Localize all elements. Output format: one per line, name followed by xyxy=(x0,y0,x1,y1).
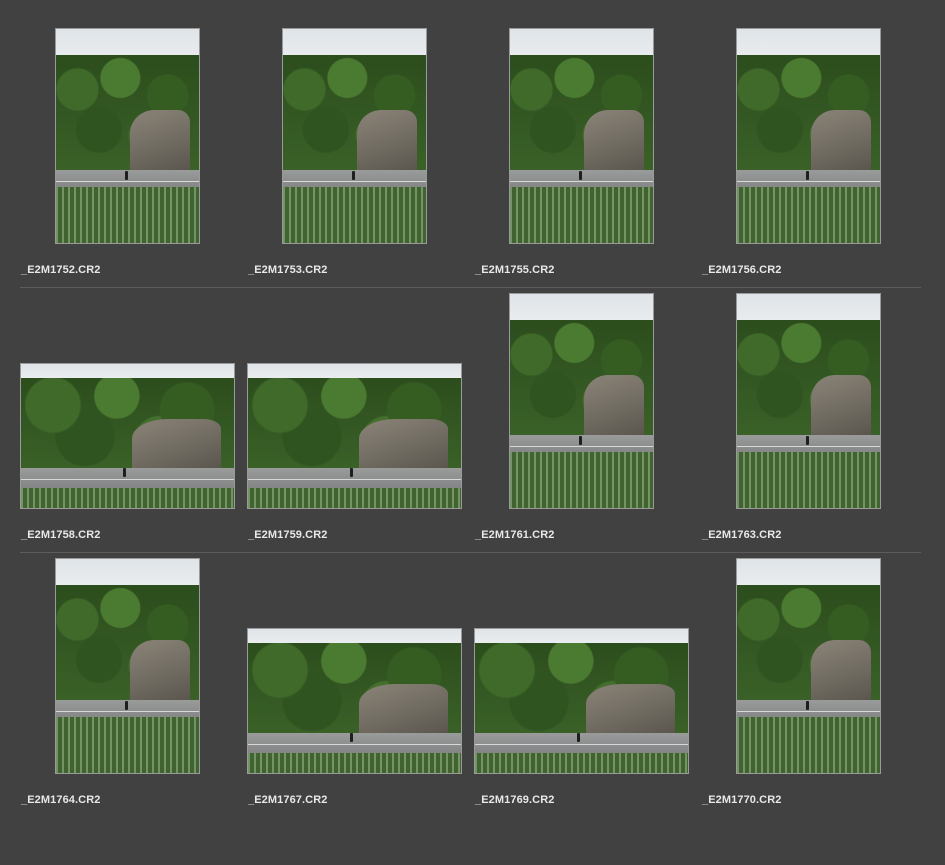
thumbnail-cell[interactable]: _E2M1758.CR2 xyxy=(20,293,247,558)
thumbnail-filename: _E2M1767.CR2 xyxy=(248,794,328,806)
thumbnail-cell[interactable]: _E2M1769.CR2 xyxy=(474,558,701,823)
photo-person xyxy=(351,171,355,181)
photo-rock-face xyxy=(811,110,872,171)
photo-rock-face xyxy=(130,640,191,701)
thumbnail-cell[interactable]: _E2M1759.CR2 xyxy=(247,293,474,558)
photo-rock-face xyxy=(584,110,645,171)
photo-person xyxy=(123,468,127,478)
photo-rock-face xyxy=(811,375,872,436)
photo-thumbnail[interactable] xyxy=(55,558,200,774)
thumbnail-filename: _E2M1756.CR2 xyxy=(702,264,782,276)
photo-rock-face xyxy=(130,110,191,171)
thumbnail-filename: _E2M1752.CR2 xyxy=(21,264,101,276)
photo-person xyxy=(577,733,581,743)
photo-paving xyxy=(510,452,653,508)
photo-thumbnail[interactable] xyxy=(282,28,427,244)
thumbnail-cell[interactable]: _E2M1763.CR2 xyxy=(701,293,928,558)
photo-paving xyxy=(21,487,234,508)
photo-paving xyxy=(475,752,688,773)
photo-person xyxy=(805,171,809,181)
thumbnail-filename: _E2M1761.CR2 xyxy=(475,529,555,541)
photo-thumbnail[interactable] xyxy=(20,363,235,509)
photo-thumbnail[interactable] xyxy=(474,628,689,774)
photo-thumbnail[interactable] xyxy=(736,28,881,244)
photo-rock-face xyxy=(358,418,449,468)
thumbnail-filename: _E2M1753.CR2 xyxy=(248,264,328,276)
photo-paving xyxy=(248,752,461,773)
thumbnail-cell[interactable]: _E2M1752.CR2 xyxy=(20,28,247,293)
photo-rock-face xyxy=(584,375,645,436)
photo-thumbnail[interactable] xyxy=(509,28,654,244)
photo-rock-face xyxy=(811,640,872,701)
photo-thumbnail[interactable] xyxy=(247,628,462,774)
photo-thumbnail[interactable] xyxy=(736,293,881,509)
photo-thumbnail[interactable] xyxy=(509,293,654,509)
thumbnail-cell[interactable]: _E2M1755.CR2 xyxy=(474,28,701,293)
thumbnail-filename: _E2M1755.CR2 xyxy=(475,264,555,276)
thumbnail-filename: _E2M1758.CR2 xyxy=(21,529,101,541)
thumbnail-filename: _E2M1763.CR2 xyxy=(702,529,782,541)
photo-paving xyxy=(510,187,653,243)
photo-paving xyxy=(737,452,880,508)
thumbnail-cell[interactable]: _E2M1756.CR2 xyxy=(701,28,928,293)
thumbnail-filename: _E2M1769.CR2 xyxy=(475,794,555,806)
thumbnail-cell[interactable]: _E2M1753.CR2 xyxy=(247,28,474,293)
photo-person xyxy=(805,436,809,446)
photo-person xyxy=(805,701,809,711)
thumbnail-filename: _E2M1759.CR2 xyxy=(248,529,328,541)
photo-rock-face xyxy=(131,418,222,468)
thumbnail-cell[interactable]: _E2M1770.CR2 xyxy=(701,558,928,823)
photo-person xyxy=(350,468,354,478)
thumbnail-filename: _E2M1770.CR2 xyxy=(702,794,782,806)
thumbnail-cell[interactable]: _E2M1764.CR2 xyxy=(20,558,247,823)
photo-paving xyxy=(737,717,880,773)
photo-paving xyxy=(283,187,426,243)
photo-rock-face xyxy=(358,683,449,733)
photo-person xyxy=(350,733,354,743)
photo-thumbnail[interactable] xyxy=(247,363,462,509)
thumbnail-cell[interactable]: _E2M1767.CR2 xyxy=(247,558,474,823)
thumbnail-cell[interactable]: _E2M1761.CR2 xyxy=(474,293,701,558)
photo-thumbnail[interactable] xyxy=(736,558,881,774)
photo-person xyxy=(578,171,582,181)
photo-person xyxy=(578,436,582,446)
thumbnail-filename: _E2M1764.CR2 xyxy=(21,794,101,806)
photo-person xyxy=(124,701,128,711)
photo-rock-face xyxy=(585,683,676,733)
photo-rock-face xyxy=(357,110,418,171)
photo-thumbnail[interactable] xyxy=(55,28,200,244)
photo-person xyxy=(124,171,128,181)
photo-paving xyxy=(56,187,199,243)
photo-paving xyxy=(248,487,461,508)
photo-paving xyxy=(56,717,199,773)
thumbnail-grid: _E2M1752.CR2 _E2M1753.CR2 _E2M1755.CR2 _E2M… xyxy=(0,0,945,865)
photo-paving xyxy=(737,187,880,243)
